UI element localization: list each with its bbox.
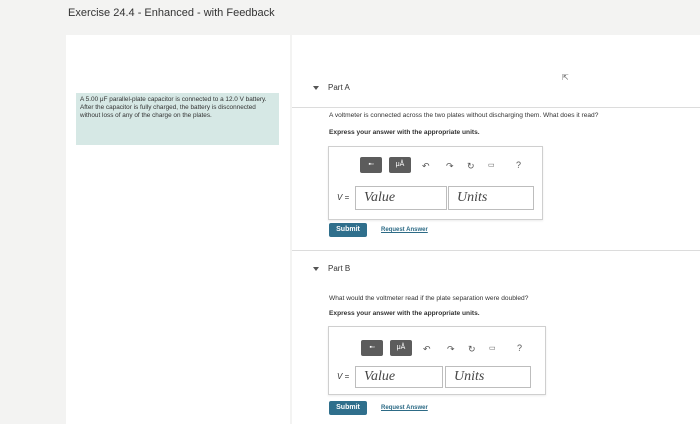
help-icon[interactable]: ?: [516, 160, 521, 170]
template-icon[interactable]: ▪▫: [360, 157, 382, 173]
keyboard-icon[interactable]: ▭: [489, 344, 496, 354]
part-a-question: A voltmeter is connected across the two …: [329, 112, 599, 119]
undo-icon[interactable]: ↶: [422, 161, 430, 171]
part-a-units-input[interactable]: Units: [448, 186, 534, 210]
template-icon[interactable]: ▪▫: [361, 340, 383, 356]
part-b-collapse-icon[interactable]: [313, 267, 319, 271]
part-b-request-answer-link[interactable]: Request Answer: [381, 405, 428, 411]
part-b-instruction: Express your answer with the appropriate…: [329, 310, 480, 317]
part-b-variable-label: V =: [337, 372, 350, 381]
undo-icon[interactable]: ↶: [423, 344, 431, 354]
units-mu-icon[interactable]: μÅ: [389, 157, 411, 173]
part-b-value-input[interactable]: Value: [355, 366, 443, 388]
part-a-submit-button[interactable]: Submit: [329, 223, 367, 237]
problem-statement: A 5.00 μF parallel-plate capacitor is co…: [76, 93, 279, 145]
units-mu-icon[interactable]: μÅ: [390, 340, 412, 356]
keyboard-icon[interactable]: ▭: [488, 161, 495, 171]
part-b-answer-box: ▪▫ μÅ ↶ ↷ ↻ ▭ ? V = Value Units: [328, 326, 546, 395]
part-b-units-input[interactable]: Units: [445, 366, 531, 388]
part-a-request-answer-link[interactable]: Request Answer: [381, 227, 428, 233]
part-a-instruction: Express your answer with the appropriate…: [329, 129, 480, 136]
part-b-question: What would the voltmeter read if the pla…: [329, 295, 529, 302]
reset-icon[interactable]: ↻: [468, 344, 476, 354]
redo-icon[interactable]: ↷: [446, 161, 454, 171]
part-a-answer-box: ▪▫ μÅ ↶ ↷ ↻ ▭ ? V = Value Units: [328, 146, 543, 220]
part-b-submit-button[interactable]: Submit: [329, 401, 367, 415]
part-a-label[interactable]: Part A: [328, 83, 350, 92]
part-a-divider: [292, 107, 700, 108]
part-b-divider: [292, 250, 700, 251]
part-b-label[interactable]: Part B: [328, 264, 350, 273]
mouse-cursor-icon: ⇱: [562, 73, 569, 82]
help-icon[interactable]: ?: [517, 343, 522, 353]
part-a-collapse-icon[interactable]: [313, 86, 319, 90]
redo-icon[interactable]: ↷: [447, 344, 455, 354]
reset-icon[interactable]: ↻: [467, 161, 475, 171]
part-a-variable-label: V =: [337, 193, 350, 202]
page-title: Exercise 24.4 - Enhanced - with Feedback: [68, 7, 275, 19]
part-a-value-input[interactable]: Value: [355, 186, 447, 210]
